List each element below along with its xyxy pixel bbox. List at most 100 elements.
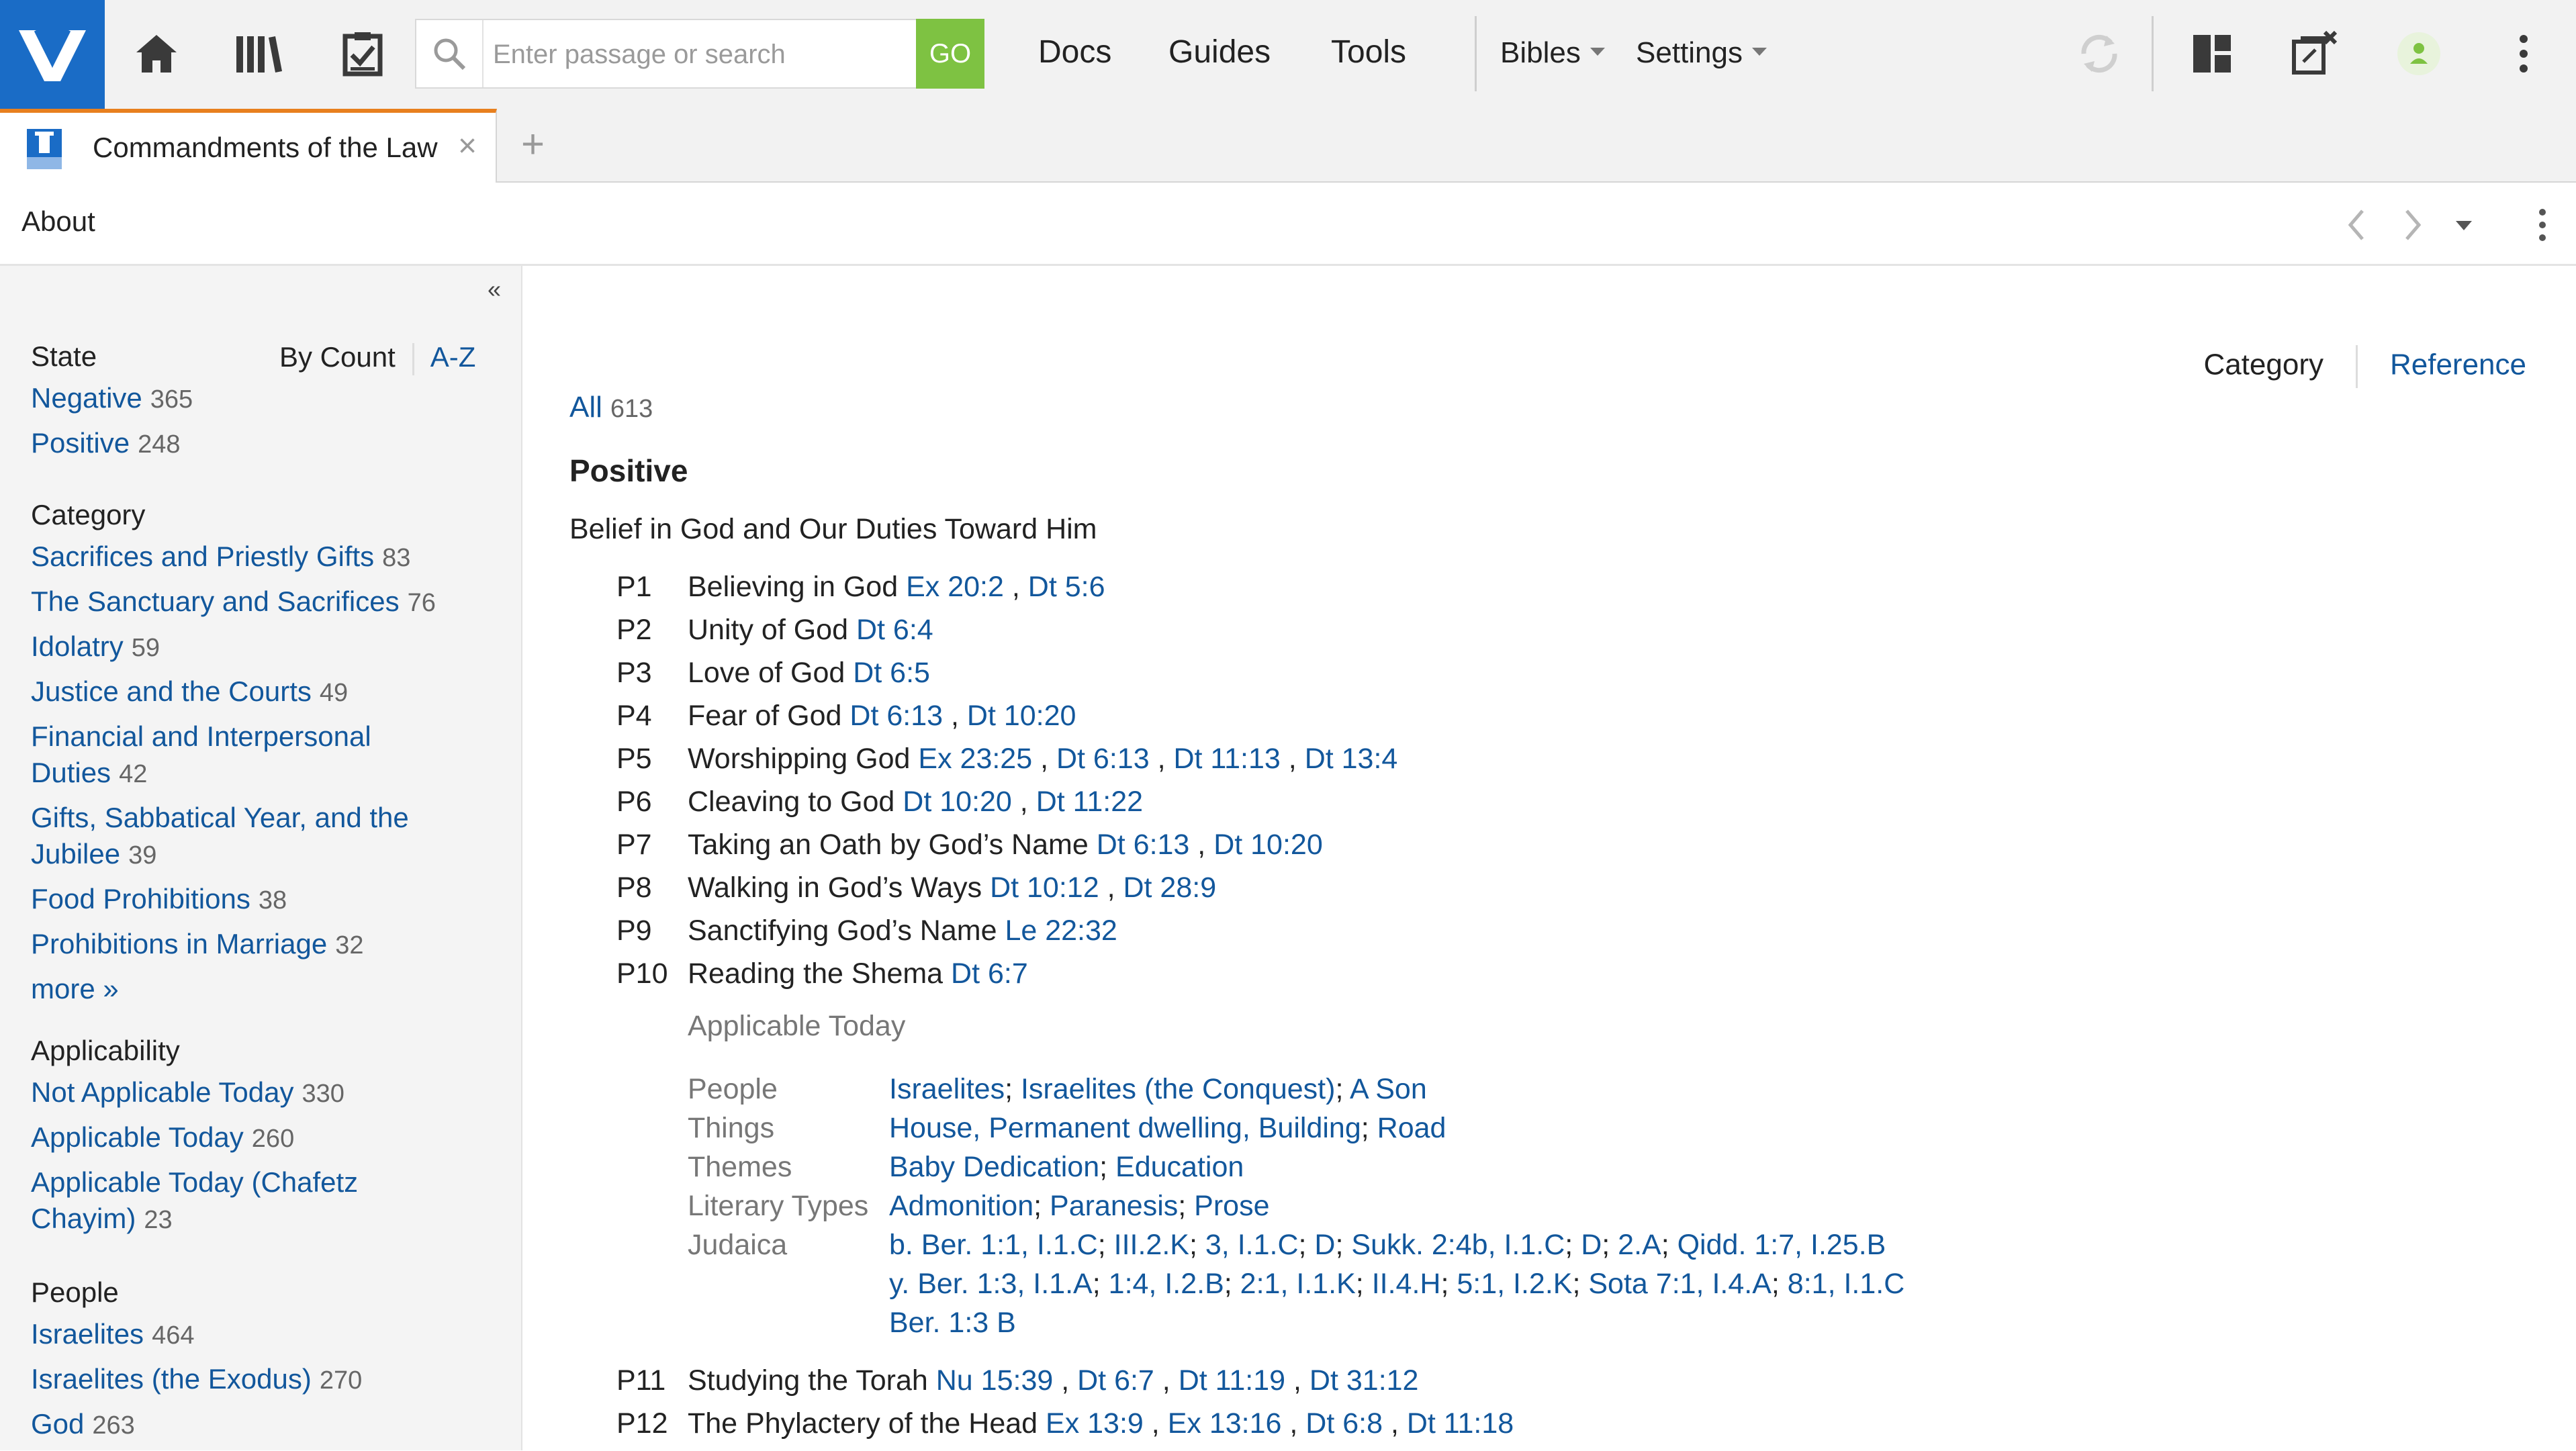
judaica-reference-link[interactable]: Ber. 1:3 B [889, 1307, 1016, 1339]
tab-commandments[interactable]: Commandments of the Law × [0, 109, 497, 183]
detail-value-link[interactable]: Israelites (the Conquest) [1021, 1073, 1335, 1105]
judaica-reference-link[interactable]: D [1581, 1229, 1602, 1261]
scripture-reference-link[interactable]: Dt 6:7 [1077, 1364, 1154, 1397]
forward-icon[interactable] [2403, 208, 2423, 245]
commandment-row[interactable]: P9 Sanctifying God’s Name Le 22:32 [616, 909, 1397, 952]
facet-item[interactable]: God 263 [31, 1406, 488, 1444]
scripture-reference-link[interactable]: Dt 6:5 [853, 657, 930, 689]
judaica-reference-link[interactable]: II.4.H [1372, 1268, 1441, 1300]
menu-docs[interactable]: Docs [1038, 34, 1111, 71]
detail-value-link[interactable]: A Son [1350, 1073, 1427, 1105]
scripture-reference-link[interactable]: Nu 15:39 [936, 1364, 1054, 1397]
commandment-row[interactable]: P11 Studying the Torah Nu 15:39 , Dt 6:7 … [616, 1359, 1514, 1402]
scripture-reference-link[interactable]: Le 22:32 [1005, 915, 1117, 947]
sync-icon[interactable] [2072, 27, 2126, 81]
scripture-reference-link[interactable]: Dt 11:19 [1179, 1364, 1285, 1397]
facet-item-label[interactable]: Sacrifices and Priestly Gifts [31, 541, 374, 572]
facet-item[interactable]: Gifts, Sabbatical Year, and the Jubilee 3… [31, 800, 434, 874]
logos-logo-icon[interactable] [0, 0, 105, 109]
scripture-reference-link[interactable]: Ex 23:25 [918, 743, 1032, 775]
scripture-reference-link[interactable]: Dt 6:4 [856, 614, 933, 646]
facet-item-label[interactable]: Negative [31, 382, 142, 414]
scripture-reference-link[interactable]: Dt 6:13 [1097, 829, 1190, 861]
facet-item[interactable]: Israelites 464 [31, 1316, 488, 1354]
scripture-reference-link[interactable]: Ex 13:16 [1168, 1407, 1282, 1440]
facet-item-label[interactable]: Justice and the Courts [31, 675, 312, 707]
commandment-row[interactable]: P4 Fear of God Dt 6:13 , Dt 10:20 [616, 694, 1397, 737]
scripture-reference-link[interactable]: Dt 11:22 [1036, 786, 1143, 818]
facet-item-label[interactable]: Gifts, Sabbatical Year, and the Jubilee [31, 802, 409, 870]
facet-item-label[interactable]: Food Prohibitions [31, 883, 250, 915]
about-label[interactable]: About [21, 205, 95, 238]
close-panels-icon[interactable] [2287, 27, 2341, 81]
layout-icon[interactable] [2185, 27, 2239, 81]
settings-dropdown[interactable]: Settings [1636, 36, 1767, 70]
detail-value-link[interactable]: Paranesis [1050, 1190, 1178, 1222]
menu-tools[interactable]: Tools [1331, 34, 1406, 71]
facet-item-label[interactable]: Positive [31, 427, 130, 459]
scripture-reference-link[interactable]: Ex 20:2 [906, 571, 1004, 603]
commandment-row[interactable]: P7 Taking an Oath by God’s Name Dt 6:13 ,… [616, 823, 1397, 866]
facet-item[interactable]: Idolatry 59 [31, 628, 488, 666]
scripture-reference-link[interactable]: Dt 10:20 [967, 700, 1076, 732]
add-tab-icon[interactable]: + [521, 121, 545, 167]
judaica-reference-link[interactable]: b. Ber. 1:1, I.1.C [889, 1229, 1098, 1261]
scripture-reference-link[interactable]: Dt 5:6 [1028, 571, 1105, 603]
all-link[interactable]: All [569, 391, 602, 424]
go-button[interactable]: GO [916, 19, 984, 89]
judaica-reference-link[interactable]: y. Ber. 1:3, I.1.A [889, 1268, 1093, 1300]
commandment-row[interactable]: P6 Cleaving to God Dt 10:20 , Dt 11:22 [616, 780, 1397, 823]
checklist-icon[interactable] [336, 27, 389, 81]
facet-item[interactable]: Food Prohibitions 38 [31, 881, 488, 919]
facet-item[interactable]: Israelites (the Exodus) 270 [31, 1361, 488, 1399]
commandment-row[interactable]: P8 Walking in God’s Ways Dt 10:12 , Dt 28… [616, 866, 1397, 909]
judaica-reference-link[interactable]: 3, I.1.C [1205, 1229, 1299, 1261]
facet-item[interactable]: Positive 248 [31, 425, 488, 463]
commandment-row[interactable]: P2 Unity of God Dt 6:4 [616, 608, 1397, 651]
facet-item-label[interactable]: Idolatry [31, 630, 124, 662]
detail-value-link[interactable]: Education [1115, 1151, 1244, 1183]
detail-value-link[interactable]: Prose [1194, 1190, 1269, 1222]
commandment-row[interactable]: P5 Worshipping God Ex 23:25 , Dt 6:13 , D… [616, 737, 1397, 780]
facet-item-label[interactable]: Not Applicable Today [31, 1076, 294, 1108]
judaica-reference-link[interactable]: Sota 7:1, I.4.A [1588, 1268, 1772, 1300]
facet-item[interactable]: Applicable Today (Chafetz Chayim) 23 [31, 1164, 407, 1238]
facet-item[interactable]: Not Applicable Today 330 [31, 1074, 488, 1112]
facet-item-label[interactable]: The Sanctuary and Sacrifices [31, 586, 400, 617]
judaica-reference-link[interactable]: Qidd. 1:7, I.25.B [1677, 1229, 1886, 1261]
judaica-reference-link[interactable]: D [1314, 1229, 1335, 1261]
detail-value-link[interactable]: Israelites [889, 1073, 1005, 1105]
facet-item-label[interactable]: Financial and Interpersonal Duties [31, 720, 371, 788]
history-dropdown-icon[interactable] [2455, 220, 2473, 234]
scripture-reference-link[interactable]: Dt 11:13 [1173, 743, 1280, 775]
user-status-icon[interactable] [2392, 27, 2446, 81]
bibles-dropdown[interactable]: Bibles [1500, 36, 1605, 70]
detail-value-link[interactable]: Baby Dedication [889, 1151, 1099, 1183]
commandment-row[interactable]: P10 Reading the Shema Dt 6:7 [616, 952, 1397, 995]
scripture-reference-link[interactable]: Dt 13:4 [1305, 743, 1398, 775]
facet-item[interactable]: Applicable Today 260 [31, 1119, 488, 1157]
facet-item[interactable]: Financial and Interpersonal Duties 42 [31, 718, 420, 792]
judaica-reference-link[interactable]: 5:1, I.2.K [1457, 1268, 1572, 1300]
judaica-reference-link[interactable]: 2.A [1618, 1229, 1661, 1261]
detail-value-link[interactable]: Road [1377, 1112, 1446, 1144]
more-link-label[interactable]: more » [31, 973, 119, 1004]
facet-item-label[interactable]: Applicable Today [31, 1121, 244, 1153]
home-icon[interactable] [130, 27, 183, 81]
detail-value-link[interactable]: House, Permanent dwelling, Building [889, 1112, 1361, 1144]
facet-item-label[interactable]: Applicable Today (Chafetz Chayim) [31, 1166, 358, 1234]
tab-category[interactable]: Category [2203, 348, 2324, 381]
facet-item[interactable]: The Sanctuary and Sacrifices 76 [31, 583, 488, 621]
commandment-row[interactable]: P12 The Phylactery of the Head Ex 13:9 , … [616, 1402, 1514, 1445]
facet-item-label[interactable]: Israelites (the Exodus) [31, 1363, 312, 1395]
scripture-reference-link[interactable]: Dt 10:20 [1213, 829, 1323, 861]
search-input[interactable] [492, 20, 911, 89]
panel-menu-icon[interactable] [2537, 207, 2548, 246]
facet-item[interactable]: Negative 365 [31, 380, 488, 418]
scripture-reference-link[interactable]: Dt 6:13 [1056, 743, 1150, 775]
judaica-reference-link[interactable]: Sukk. 2:4b, I.1.C [1351, 1229, 1565, 1261]
judaica-reference-link[interactable]: III.2.K [1114, 1229, 1189, 1261]
facet-item-label[interactable]: God [31, 1408, 84, 1440]
scripture-reference-link[interactable]: Ex 13:9 [1046, 1407, 1144, 1440]
scripture-reference-link[interactable]: Dt 31:12 [1309, 1364, 1419, 1397]
